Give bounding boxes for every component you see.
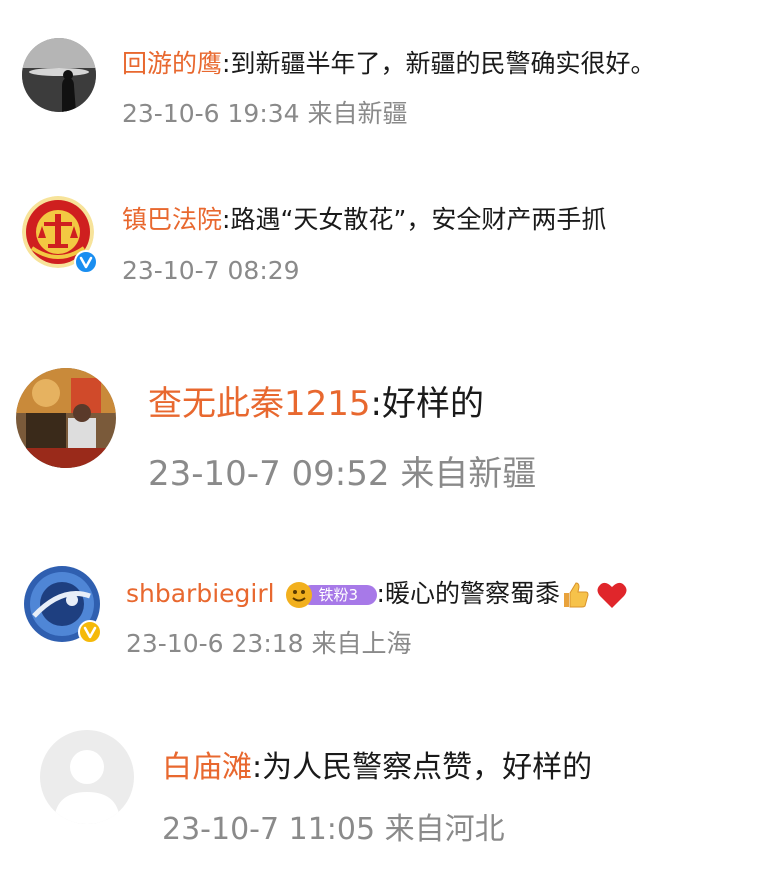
comment-location: 来自上海	[311, 629, 412, 658]
verified-badge-icon	[78, 620, 102, 644]
comment-time: 23-10-7 11:05	[162, 812, 376, 847]
fan-level-badge: 铁粉3	[283, 581, 377, 609]
fan-badge-label: 铁粉3	[318, 586, 359, 604]
comment-location: 来自河北	[384, 812, 505, 847]
verified-badge-icon	[74, 250, 98, 274]
comment-time: 23-10-7 09:52	[148, 454, 390, 494]
username-link[interactable]: shbarbiegirl	[126, 579, 275, 608]
comment-text: 暖心的警察蜀黍	[384, 579, 560, 608]
thumbs-up-icon	[560, 580, 590, 610]
comment-location: 来自新疆	[307, 99, 408, 128]
default-avatar-icon	[40, 730, 134, 824]
comment-text: 好样的	[382, 384, 484, 424]
comment-text: 为人民警察点赞，好样的	[262, 750, 593, 785]
comment-text: 路遇“天女散花”，安全财产两手抓	[230, 205, 607, 234]
red-heart-icon	[596, 580, 628, 610]
comment-time: 23-10-7 08:29	[122, 256, 300, 285]
avatar[interactable]	[16, 368, 116, 468]
avatar-image-sunset	[22, 38, 96, 112]
comment-time: 23-10-6 19:34	[122, 99, 300, 128]
comment-text: 到新疆半年了，新疆的民警确实很好。	[230, 49, 656, 78]
username-link[interactable]: 回游的鹰	[122, 49, 222, 78]
comment-time: 23-10-6 23:18	[126, 629, 304, 658]
separator: :	[252, 750, 263, 785]
separator: :	[370, 384, 382, 424]
username-link[interactable]: 镇巴法院	[122, 205, 222, 234]
comment-location: 来自新疆	[400, 454, 537, 494]
avatar[interactable]	[40, 730, 134, 824]
avatar-image-photo	[16, 368, 116, 468]
username-link[interactable]: 查无此秦1215	[148, 384, 371, 424]
avatar[interactable]	[22, 38, 96, 112]
separator: :	[376, 579, 385, 608]
username-link[interactable]: 白庙滩	[162, 750, 252, 785]
